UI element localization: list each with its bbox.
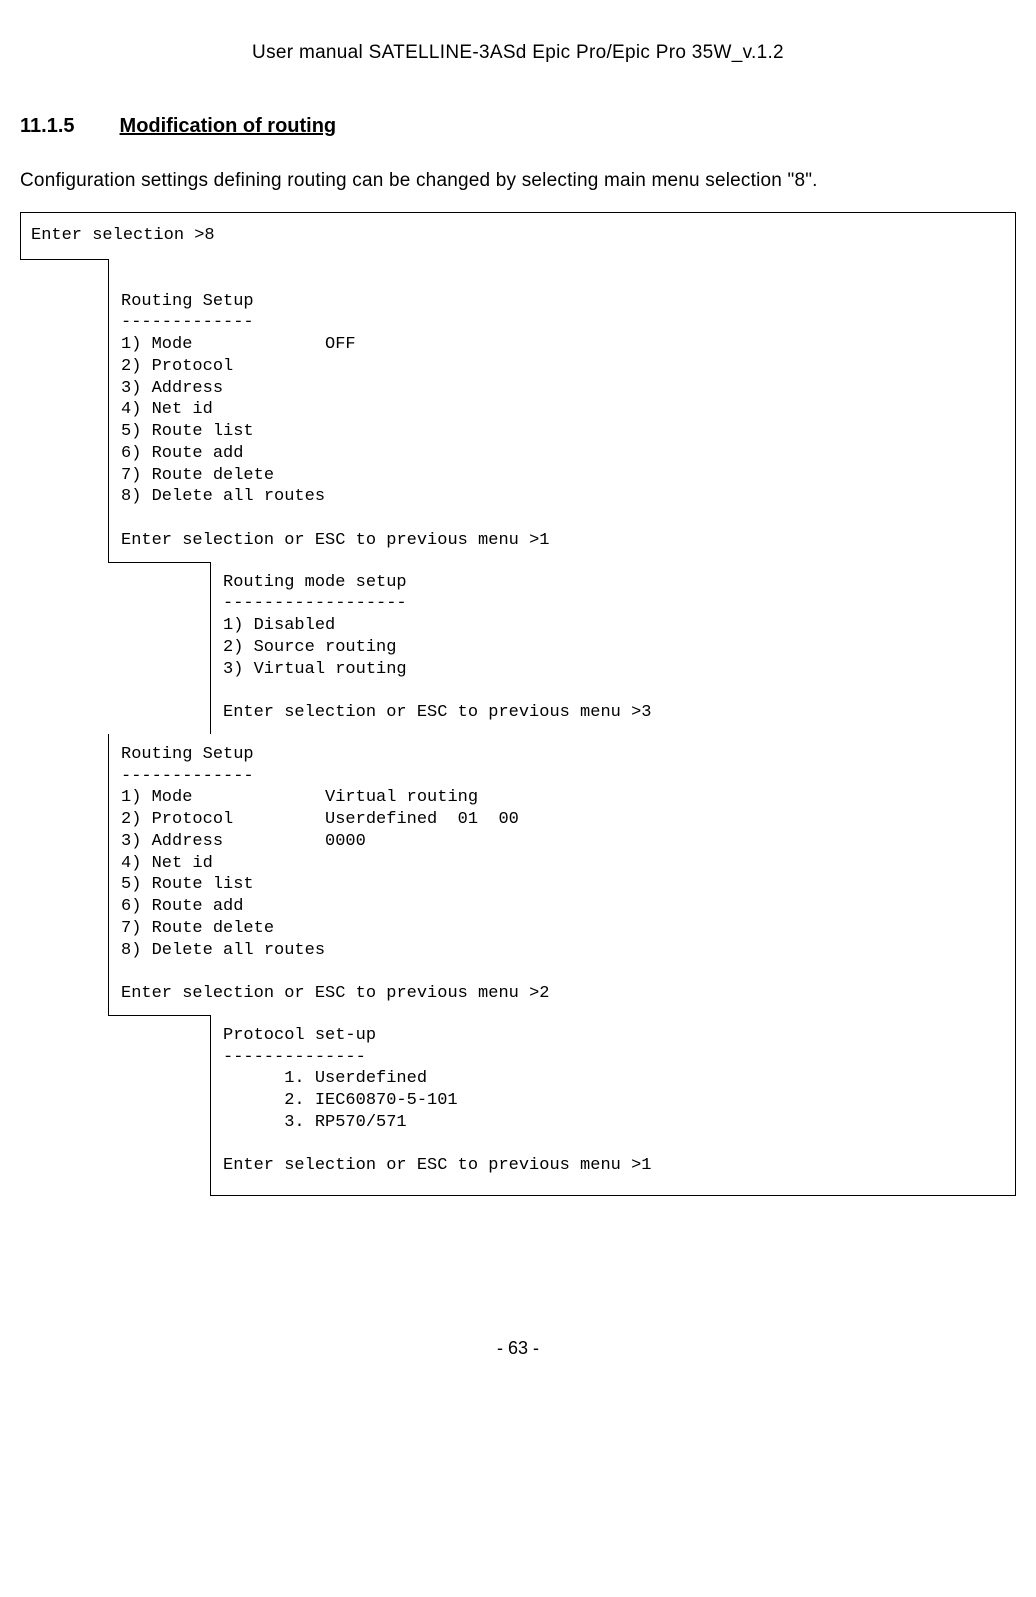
intro-paragraph: Configuration settings defining routing … bbox=[20, 168, 1016, 195]
terminal-box-routing-setup-off: Routing Setup ------------- 1) Mode OFF … bbox=[108, 259, 1016, 563]
section-title: Modification of routing bbox=[120, 115, 337, 137]
page-number: - 63 - bbox=[20, 1336, 1016, 1361]
section-heading: 11.1.5 Modification of routing bbox=[20, 112, 1016, 140]
terminal-box-enter-8: Enter selection >8 bbox=[20, 212, 1016, 260]
page-header: User manual SATELLINE-3ASd Epic Pro/Epic… bbox=[20, 40, 1016, 67]
terminal-box-protocol-setup: Protocol set-up -------------- 1. Userde… bbox=[210, 1015, 1016, 1196]
terminal-box-routing-mode-setup: Routing mode setup ------------------ 1)… bbox=[210, 562, 1016, 735]
terminal-box-routing-setup-virtual: Routing Setup ------------- 1) Mode Virt… bbox=[108, 734, 1016, 1016]
section-number: 11.1.5 bbox=[20, 112, 75, 140]
